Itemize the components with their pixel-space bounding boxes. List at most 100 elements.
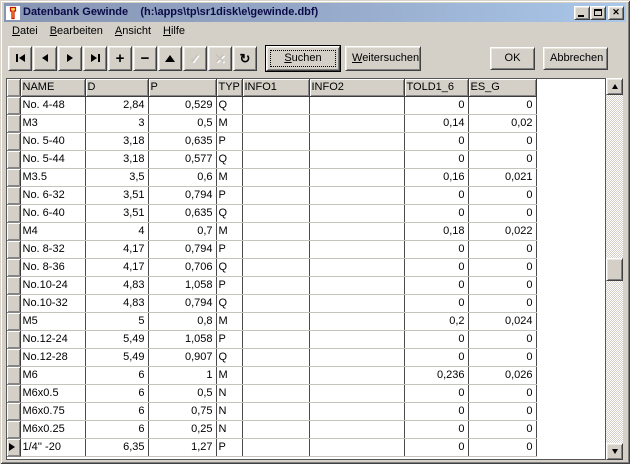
d-cell[interactable]: 3,18 bbox=[85, 150, 148, 168]
name-cell[interactable]: M3 bbox=[20, 114, 85, 132]
info1-cell[interactable] bbox=[242, 258, 309, 276]
table-row[interactable]: M440,7M0,180,022 bbox=[7, 222, 605, 240]
info2-cell[interactable] bbox=[309, 204, 404, 222]
close-button[interactable]: ✕ bbox=[608, 6, 624, 20]
d-cell[interactable]: 4,83 bbox=[85, 276, 148, 294]
es_g-cell[interactable]: 0 bbox=[468, 420, 536, 438]
typ-cell[interactable]: P bbox=[216, 240, 242, 258]
name-cell[interactable]: No.12-24 bbox=[20, 330, 85, 348]
name-cell[interactable]: No. 5-40 bbox=[20, 132, 85, 150]
info2-cell[interactable] bbox=[309, 294, 404, 312]
es_g-cell[interactable]: 0 bbox=[468, 204, 536, 222]
es_g-cell[interactable]: 0,026 bbox=[468, 366, 536, 384]
es_g-cell[interactable]: 0 bbox=[468, 240, 536, 258]
info1-cell[interactable] bbox=[242, 384, 309, 402]
p-cell[interactable]: 0,794 bbox=[148, 294, 216, 312]
info2-cell[interactable] bbox=[309, 438, 404, 456]
typ-cell[interactable]: P bbox=[216, 132, 242, 150]
told1_6-cell[interactable]: 0 bbox=[404, 204, 468, 222]
table-row[interactable]: No. 6-403,510,635Q00 bbox=[7, 204, 605, 222]
d-cell[interactable]: 5,49 bbox=[85, 348, 148, 366]
p-cell[interactable]: 1,058 bbox=[148, 330, 216, 348]
typ-cell[interactable]: P bbox=[216, 186, 242, 204]
typ-cell[interactable]: P bbox=[216, 438, 242, 456]
cancel-edit-button[interactable]: ✕ bbox=[208, 46, 232, 71]
p-cell[interactable]: 0,635 bbox=[148, 204, 216, 222]
minimize-button[interactable] bbox=[574, 6, 590, 20]
info1-cell[interactable] bbox=[242, 294, 309, 312]
es_g-cell[interactable]: 0 bbox=[468, 438, 536, 456]
table-row[interactable]: 1/4'' -206,351,27P00 bbox=[7, 438, 605, 456]
typ-cell[interactable]: N bbox=[216, 420, 242, 438]
d-cell[interactable]: 3,5 bbox=[85, 168, 148, 186]
table-row[interactable]: No. 8-324,170,794P00 bbox=[7, 240, 605, 258]
weitersuchen-button[interactable]: Weitersuchen bbox=[345, 46, 421, 71]
info1-cell[interactable] bbox=[242, 330, 309, 348]
p-cell[interactable]: 0,577 bbox=[148, 150, 216, 168]
abbrechen-button[interactable]: Abbrechen bbox=[543, 47, 608, 70]
info2-cell[interactable] bbox=[309, 186, 404, 204]
p-cell[interactable]: 0,706 bbox=[148, 258, 216, 276]
told1_6-cell[interactable]: 0,18 bbox=[404, 222, 468, 240]
table-row[interactable]: M6x0.2560,25N00 bbox=[7, 420, 605, 438]
data-grid[interactable]: NAMEDPTYPINFO1INFO2TOLD1_6ES_GNo. 4-482,… bbox=[6, 78, 606, 460]
d-cell[interactable]: 4,17 bbox=[85, 240, 148, 258]
info2-cell[interactable] bbox=[309, 168, 404, 186]
told1_6-cell[interactable]: 0 bbox=[404, 420, 468, 438]
told1_6-cell[interactable]: 0 bbox=[404, 186, 468, 204]
name-cell[interactable]: No. 4-48 bbox=[20, 96, 85, 114]
info1-cell[interactable] bbox=[242, 132, 309, 150]
es_g-cell[interactable]: 0 bbox=[468, 258, 536, 276]
typ-cell[interactable]: P bbox=[216, 276, 242, 294]
menu-item-bearbeiten[interactable]: Bearbeiten bbox=[44, 24, 109, 38]
told1_6-cell[interactable]: 0 bbox=[404, 258, 468, 276]
info1-cell[interactable] bbox=[242, 240, 309, 258]
info1-cell[interactable] bbox=[242, 312, 309, 330]
d-cell[interactable]: 6 bbox=[85, 384, 148, 402]
delete-record-button[interactable]: − bbox=[133, 46, 157, 71]
d-cell[interactable]: 3 bbox=[85, 114, 148, 132]
told1_6-cell[interactable]: 0,16 bbox=[404, 168, 468, 186]
info2-cell[interactable] bbox=[309, 384, 404, 402]
p-cell[interactable]: 1,058 bbox=[148, 276, 216, 294]
table-row[interactable]: No.10-244,831,058P00 bbox=[7, 276, 605, 294]
maximize-button[interactable] bbox=[590, 6, 606, 20]
d-cell[interactable]: 6 bbox=[85, 366, 148, 384]
info1-cell[interactable] bbox=[242, 96, 309, 114]
es_g-cell[interactable]: 0,021 bbox=[468, 168, 536, 186]
p-cell[interactable]: 0,5 bbox=[148, 114, 216, 132]
name-cell[interactable]: M6x0.75 bbox=[20, 402, 85, 420]
es_g-cell[interactable]: 0,022 bbox=[468, 222, 536, 240]
told1_6-cell[interactable]: 0 bbox=[404, 150, 468, 168]
typ-cell[interactable]: M bbox=[216, 114, 242, 132]
d-cell[interactable]: 2,84 bbox=[85, 96, 148, 114]
typ-cell[interactable]: M bbox=[216, 312, 242, 330]
ok-button[interactable]: OK bbox=[490, 47, 535, 70]
info1-cell[interactable] bbox=[242, 438, 309, 456]
es_g-cell[interactable]: 0 bbox=[468, 384, 536, 402]
d-cell[interactable]: 4,83 bbox=[85, 294, 148, 312]
typ-cell[interactable]: Q bbox=[216, 348, 242, 366]
table-row[interactable]: No. 5-403,180,635P00 bbox=[7, 132, 605, 150]
info1-cell[interactable] bbox=[242, 168, 309, 186]
info1-cell[interactable] bbox=[242, 348, 309, 366]
table-row[interactable]: No. 6-323,510,794P00 bbox=[7, 186, 605, 204]
insert-record-button[interactable]: + bbox=[108, 46, 132, 71]
title-bar[interactable]: Datenbank Gewinde (h:\apps\tp\sr1disk\e\… bbox=[4, 3, 626, 22]
next-record-button[interactable] bbox=[58, 46, 82, 71]
d-cell[interactable]: 3,51 bbox=[85, 204, 148, 222]
es_g-cell[interactable]: 0 bbox=[468, 132, 536, 150]
info1-cell[interactable] bbox=[242, 402, 309, 420]
table-row[interactable]: No. 5-443,180,577Q00 bbox=[7, 150, 605, 168]
table-row[interactable]: M550,8M0,20,024 bbox=[7, 312, 605, 330]
told1_6-cell[interactable]: 0 bbox=[404, 330, 468, 348]
es_g-cell[interactable]: 0 bbox=[468, 276, 536, 294]
typ-cell[interactable]: M bbox=[216, 222, 242, 240]
name-cell[interactable]: No. 5-44 bbox=[20, 150, 85, 168]
d-cell[interactable]: 6 bbox=[85, 402, 148, 420]
p-cell[interactable]: 0,907 bbox=[148, 348, 216, 366]
info2-cell[interactable] bbox=[309, 348, 404, 366]
d-cell[interactable]: 5 bbox=[85, 312, 148, 330]
name-cell[interactable]: M3.5 bbox=[20, 168, 85, 186]
typ-cell[interactable]: Q bbox=[216, 294, 242, 312]
